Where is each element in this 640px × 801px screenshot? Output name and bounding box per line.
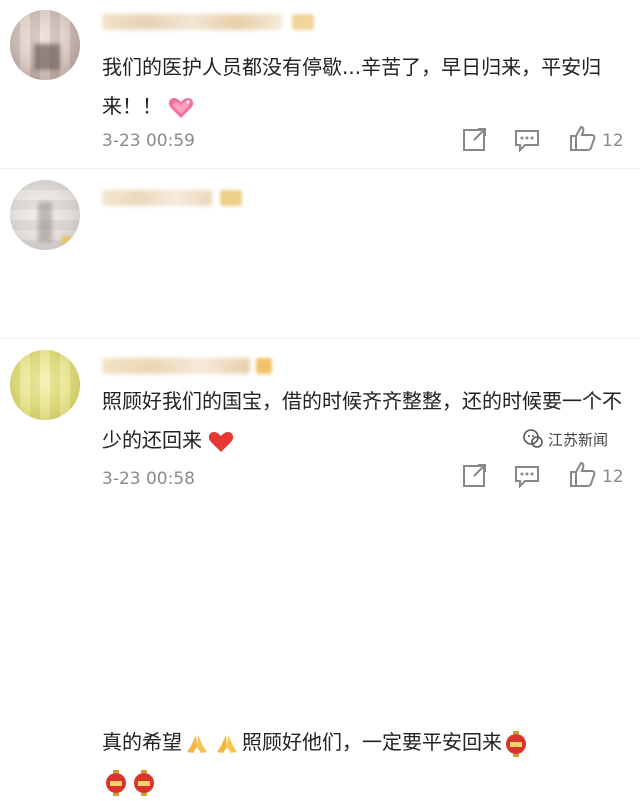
watermark-label: 江苏新闻 — [548, 430, 609, 449]
comment-timestamp: 3-23 00:58 — [102, 469, 195, 489]
watermark: 江苏新闻 — [522, 426, 632, 452]
share-icon[interactable] — [462, 126, 488, 152]
comment-item: 照顾好我们的国宝，借的时候齐齐整整，还的时候要一个不少的还回来 3-23 00:… — [0, 170, 640, 489]
lantern-emoji-icon — [106, 769, 126, 796]
avatar[interactable] — [10, 10, 80, 80]
like-count: 12 — [602, 131, 624, 151]
user-badge — [220, 190, 242, 206]
heart-emoji-icon — [168, 97, 194, 118]
like-count: 12 — [602, 467, 624, 487]
username-blurred[interactable] — [102, 358, 250, 374]
praying-hands-emoji-icon — [217, 734, 237, 753]
comment-item: 我们的医护人员都没有停歇...辛苦了，早日归来，平安归来！！ 3-23 00:5… — [0, 0, 640, 168]
comment-icon[interactable] — [513, 128, 541, 152]
username-blurred[interactable] — [102, 190, 212, 206]
username-blurred[interactable] — [102, 14, 282, 30]
avatar[interactable] — [10, 350, 80, 420]
comment-timestamp: 3-23 00:59 — [102, 131, 195, 151]
lantern-emoji-icon — [506, 730, 526, 757]
user-badge — [256, 358, 272, 374]
comment-text: 我们的医护人员都没有停歇...辛苦了，早日归来，平安归来！！ — [102, 55, 602, 118]
wechat-channel-icon — [523, 429, 543, 448]
lantern-emoji-icon — [134, 769, 154, 796]
user-badge — [292, 14, 314, 30]
divider — [0, 168, 640, 169]
divider — [0, 338, 640, 339]
thumbs-up-icon[interactable] — [568, 124, 598, 152]
avatar[interactable] — [10, 180, 80, 250]
comment-text: 真的希望 照顾好他们，一定要平安回来 — [102, 723, 622, 801]
praying-hands-emoji-icon — [187, 734, 207, 753]
comment-icon[interactable] — [513, 464, 541, 488]
